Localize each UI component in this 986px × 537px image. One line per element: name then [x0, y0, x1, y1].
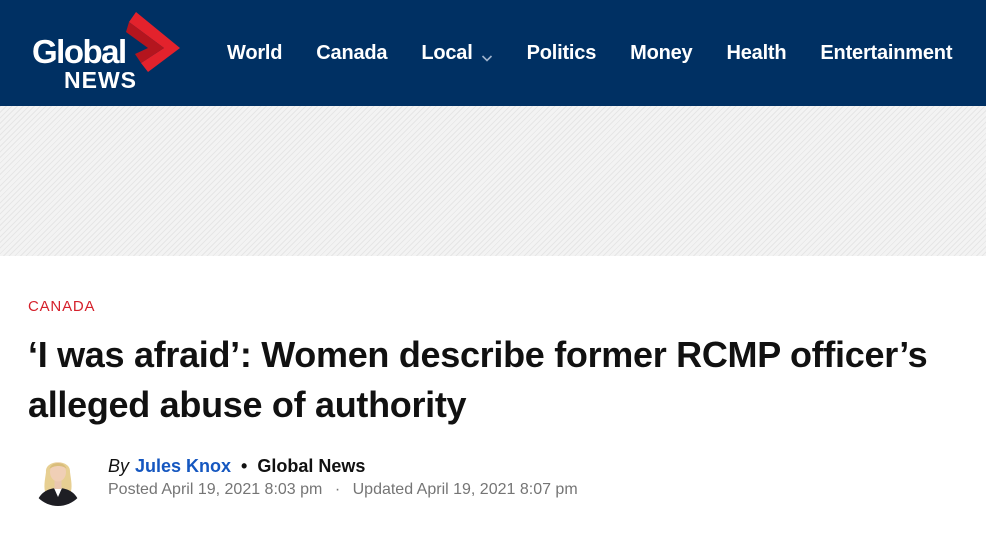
nav-item-politics[interactable]: Politics [510, 33, 614, 73]
chevron-down-icon [481, 47, 493, 62]
byline-separator: • [241, 456, 248, 476]
byline-author-line: By Jules Knox • Global News [108, 455, 578, 477]
nav-item-label: Canada [316, 41, 388, 64]
timestamp-separator: · [334, 481, 341, 498]
author-photo-icon [30, 450, 86, 506]
article-category-link[interactable]: CANADA [28, 298, 95, 315]
nav-item-label: Money [630, 41, 693, 64]
author-link[interactable]: Jules Knox [135, 455, 231, 477]
article-headline: ‘I was afraid’: Women describe former RC… [28, 334, 928, 425]
nav-item-label: Health [726, 41, 787, 64]
logo-wordmark-global: Global [32, 33, 127, 70]
nav-item-label: Entertainment [820, 41, 953, 64]
nav-item-label: Politics [526, 41, 597, 64]
nav-item-label: Local [421, 41, 473, 64]
logo-wordmark-news: NEWS [64, 67, 137, 93]
nav-item-canada[interactable]: Canada [299, 33, 404, 73]
nav-item-label: World [227, 41, 283, 64]
author-avatar[interactable] [30, 450, 86, 506]
nav-item-world[interactable]: World [210, 33, 299, 73]
by-label: By [108, 456, 130, 476]
nav-item-money[interactable]: Money [613, 33, 709, 73]
byline-meta: By Jules Knox • Global News Posted April… [108, 455, 578, 500]
site-header: Global NEWS World Canada Local Politics … [0, 0, 986, 106]
main-nav: World Canada Local Politics Money Health… [210, 0, 969, 106]
nav-item-health[interactable]: Health [709, 33, 803, 73]
updated-timestamp: Updated April 19, 2021 8:07 pm [352, 481, 578, 498]
byline-timestamps: Posted April 19, 2021 8:03 pm · Updated … [108, 480, 578, 500]
posted-timestamp: Posted April 19, 2021 8:03 pm [108, 481, 323, 498]
source-name: Global News [257, 456, 366, 476]
nav-item-local[interactable]: Local [404, 33, 509, 73]
global-news-logo[interactable]: Global NEWS [30, 8, 182, 96]
ad-placeholder [0, 106, 986, 256]
article-byline: By Jules Knox • Global News Posted April… [30, 450, 930, 510]
nav-item-entertainment[interactable]: Entertainment [803, 33, 969, 73]
